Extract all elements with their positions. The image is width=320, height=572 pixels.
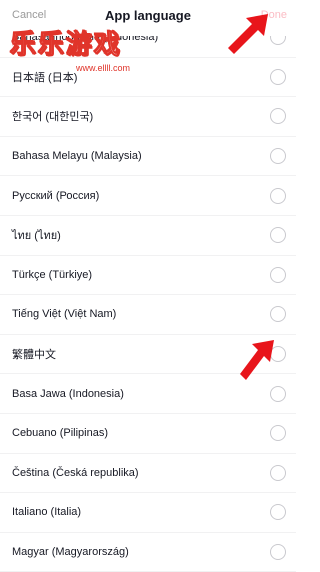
radio-circle-icon[interactable] (270, 425, 286, 442)
language-label: ไทย (ไทย) (12, 230, 61, 243)
language-row[interactable]: Bahasa Melayu (Malaysia) (0, 137, 296, 177)
radio-circle-icon[interactable] (270, 385, 286, 402)
language-label: Cebuano (Pilipinas) (12, 427, 108, 440)
language-label: Bahasa Melayu (Malaysia) (12, 150, 142, 163)
radio-circle-icon[interactable] (270, 148, 286, 165)
radio-circle-icon[interactable] (270, 187, 286, 204)
language-row[interactable]: 繁體中文 (0, 335, 296, 375)
radio-circle-icon[interactable] (270, 464, 286, 481)
language-label: 한국어 (대한민국) (12, 111, 94, 124)
done-button[interactable]: Done (261, 9, 287, 21)
radio-circle-icon[interactable] (270, 68, 286, 85)
language-row[interactable]: 한국어 (대한민국) (0, 97, 296, 137)
language-label: Русский (Россия) (12, 189, 100, 202)
language-label: Türkçe (Türkiye) (12, 268, 93, 281)
language-row[interactable]: Magyar (Magyarország) (0, 533, 296, 572)
radio-circle-icon[interactable] (270, 504, 286, 521)
language-row[interactable]: Basa Jawa (Indonesia) (0, 374, 296, 414)
language-label: Magyar (Magyarország) (12, 546, 129, 559)
radio-circle-icon[interactable] (270, 544, 286, 561)
radio-circle-icon[interactable] (270, 306, 286, 323)
language-row[interactable]: Tiếng Việt (Việt Nam) (0, 295, 296, 335)
language-label: Čeština (Česká republika) (12, 466, 139, 479)
language-row[interactable]: Cebuano (Pilipinas) (0, 414, 296, 454)
page-title: App language (105, 8, 191, 23)
language-list: Bahasa Indonesia (Indonesia) 日本語 (日本) 한국… (0, 0, 296, 572)
language-label: 繁體中文 (12, 349, 56, 362)
language-row[interactable]: Čeština (Česká republika) (0, 454, 296, 494)
language-row[interactable]: Türkçe (Türkiye) (0, 256, 296, 296)
language-row[interactable]: 日本語 (日本) (0, 58, 296, 98)
language-row[interactable]: Italiano (Italia) (0, 493, 296, 533)
language-row[interactable]: ไทย (ไทย) (0, 216, 296, 256)
radio-circle-icon[interactable] (270, 346, 286, 363)
radio-circle-icon[interactable] (270, 266, 286, 283)
language-row[interactable]: Русский (Россия) (0, 176, 296, 216)
nav-header: Cancel App language Done (0, 0, 296, 36)
language-label: Tiếng Việt (Việt Nam) (12, 308, 117, 321)
language-label: Italiano (Italia) (12, 506, 82, 519)
radio-circle-icon[interactable] (270, 227, 286, 244)
language-label: Basa Jawa (Indonesia) (12, 387, 124, 400)
radio-circle-icon[interactable] (270, 108, 286, 125)
language-label: 日本語 (日本) (12, 71, 78, 84)
